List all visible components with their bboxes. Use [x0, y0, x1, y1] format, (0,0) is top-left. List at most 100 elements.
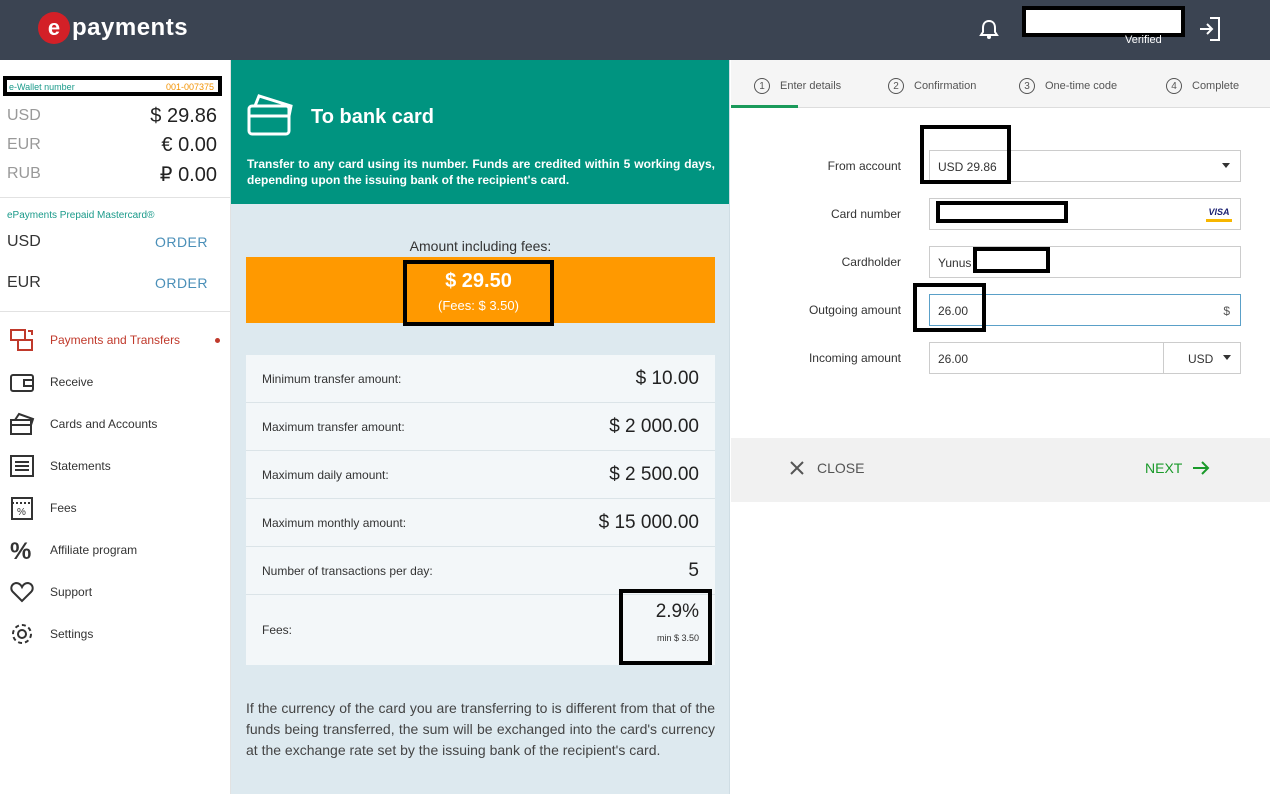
- balance-eur[interactable]: EUR € 0.00: [7, 131, 217, 159]
- order-button[interactable]: ORDER: [155, 234, 208, 250]
- incoming-currency-select[interactable]: USD: [1163, 343, 1241, 373]
- card-order-usd: USD ORDER: [7, 233, 208, 251]
- action-bar: CLOSE NEXT: [731, 438, 1270, 502]
- fees-icon: %: [8, 494, 36, 522]
- close-label: CLOSE: [817, 460, 865, 476]
- nav-settings[interactable]: Settings: [8, 618, 223, 650]
- limit-value: 5: [688, 559, 699, 581]
- step-label: Enter details: [780, 80, 842, 92]
- incoming-currency: USD: [1188, 352, 1214, 366]
- nav-label: Cards and Accounts: [50, 417, 158, 431]
- amount-total: $ 29.50 (Fees: $ 3.50): [403, 260, 554, 326]
- sidebar: e-Wallet number 001-007375 USD $ 29.86 E…: [0, 60, 231, 794]
- from-account-row: From account USD 29.86: [731, 125, 1270, 184]
- nav-statements[interactable]: Statements: [8, 450, 223, 482]
- card-number-redacted: [936, 201, 1068, 223]
- outgoing-amount-row: Outgoing amount 26.00 $: [731, 283, 1270, 332]
- amount-fees: (Fees: $ 3.50): [438, 298, 519, 313]
- step-number: 3: [1019, 78, 1035, 94]
- step-complete: 4 Complete: [1166, 78, 1239, 94]
- highlight-box: [913, 283, 986, 332]
- next-label: NEXT: [1145, 460, 1183, 476]
- cardholder-value: Yunus: [938, 256, 972, 270]
- wallet-number: 001-007375: [165, 82, 214, 92]
- divider: [0, 311, 231, 312]
- bell-icon[interactable]: [978, 18, 1000, 40]
- epayments-logo[interactable]: e payments: [38, 8, 188, 48]
- logo-mark: e: [38, 12, 70, 44]
- step-number: 1: [754, 78, 770, 94]
- fees-value-box: 2.9% min $ 3.50: [619, 589, 712, 665]
- limit-row: Number of transactions per day: 5: [246, 547, 715, 595]
- arrow-right-icon: [1193, 461, 1210, 475]
- nav-fees[interactable]: % Fees: [8, 492, 223, 524]
- next-button[interactable]: NEXT: [1145, 460, 1210, 476]
- nav-label: Settings: [50, 627, 94, 641]
- fees-row: Fees: 2.9% min $ 3.50: [246, 589, 715, 665]
- amount-value: $ 29.50: [445, 270, 512, 292]
- nav-label: Receive: [50, 375, 94, 389]
- divider: [0, 197, 231, 198]
- nav-support[interactable]: Support: [8, 576, 223, 608]
- transfer-title: To bank card: [311, 106, 434, 128]
- card-currency: USD: [7, 233, 41, 250]
- currency-note: If the currency of the card you are tran…: [246, 700, 715, 758]
- nav-payments-transfers[interactable]: Payments and Transfers: [8, 324, 223, 356]
- verified-status: Verified: [1125, 34, 1162, 46]
- card-order-eur: EUR ORDER: [7, 274, 208, 292]
- percent-icon: %: [8, 536, 36, 564]
- limit-value: $ 2 000.00: [609, 415, 699, 437]
- transfer-info-panel: To bank card Transfer to any card using …: [231, 60, 730, 794]
- balance-currency: RUB: [7, 165, 41, 182]
- incoming-amount-row: Incoming amount 26.00 USD: [731, 342, 1270, 376]
- step-enter-details: 1 Enter details: [754, 78, 841, 94]
- card-number-input[interactable]: VISA: [929, 198, 1241, 230]
- transfer-info-header: To bank card Transfer to any card using …: [231, 60, 729, 204]
- logo-text: payments: [72, 14, 189, 41]
- wallet-label: e-Wallet number: [9, 82, 75, 92]
- nav-label: Statements: [50, 459, 111, 473]
- balance-usd[interactable]: USD $ 29.86: [7, 102, 217, 130]
- transfer-description: Transfer to any card using its number. F…: [247, 157, 715, 187]
- limit-value: $ 2 500.00: [609, 463, 699, 485]
- top-bar: e payments Verified: [0, 0, 1270, 60]
- dollar-symbol: $: [1223, 304, 1230, 318]
- heart-icon: [8, 578, 36, 606]
- limit-label: Number of transactions per day:: [262, 563, 433, 578]
- statements-icon: [8, 452, 36, 480]
- limit-value: $ 15 000.00: [598, 511, 699, 533]
- cards-icon: [8, 410, 36, 438]
- step-label: One-time code: [1045, 80, 1118, 92]
- cardholder-row: Cardholder Yunus: [731, 246, 1270, 280]
- nav-label: Affiliate program: [50, 543, 138, 557]
- cardholder-redacted: [973, 247, 1050, 273]
- limit-label: Minimum transfer amount:: [262, 371, 402, 386]
- gear-icon: [8, 620, 36, 648]
- card-currency: EUR: [7, 274, 41, 291]
- limit-row: Maximum monthly amount: $ 15 000.00: [246, 499, 715, 547]
- outgoing-amount-label: Outgoing amount: [808, 303, 901, 317]
- order-button[interactable]: ORDER: [155, 275, 208, 291]
- limit-label: Maximum transfer amount:: [262, 419, 405, 434]
- nav-receive[interactable]: Receive: [8, 366, 223, 398]
- fees-label: Fees:: [262, 623, 293, 637]
- incoming-amount-input[interactable]: 26.00 USD: [929, 342, 1241, 374]
- fees-percent: 2.9%: [655, 601, 699, 622]
- chevron-down-icon: [1223, 355, 1231, 360]
- nav-cards-accounts[interactable]: Cards and Accounts: [8, 408, 223, 440]
- close-button[interactable]: CLOSE: [789, 460, 864, 476]
- balance-rub[interactable]: RUB ₽ 0.00: [7, 160, 217, 188]
- nav-label: Payments and Transfers: [50, 333, 181, 347]
- cardholder-input[interactable]: Yunus: [929, 246, 1241, 278]
- balance-value: $ 29.86: [150, 104, 217, 127]
- wallet-number-box: e-Wallet number 001-007375: [3, 76, 222, 96]
- limit-value: $ 10.00: [635, 367, 699, 389]
- nav-affiliate[interactable]: % Affiliate program: [8, 534, 223, 566]
- transfer-form-panel: 1 Enter details 2 Confirmation 3 One-tim…: [731, 60, 1270, 794]
- step-number: 2: [888, 78, 904, 94]
- amount-label: Amount including fees:: [409, 238, 552, 254]
- user-name-redacted[interactable]: [1022, 6, 1185, 37]
- logout-icon[interactable]: [1198, 16, 1222, 42]
- limits-table: Minimum transfer amount: $ 10.00 Maximum…: [246, 355, 715, 665]
- highlight-box: [920, 125, 1011, 184]
